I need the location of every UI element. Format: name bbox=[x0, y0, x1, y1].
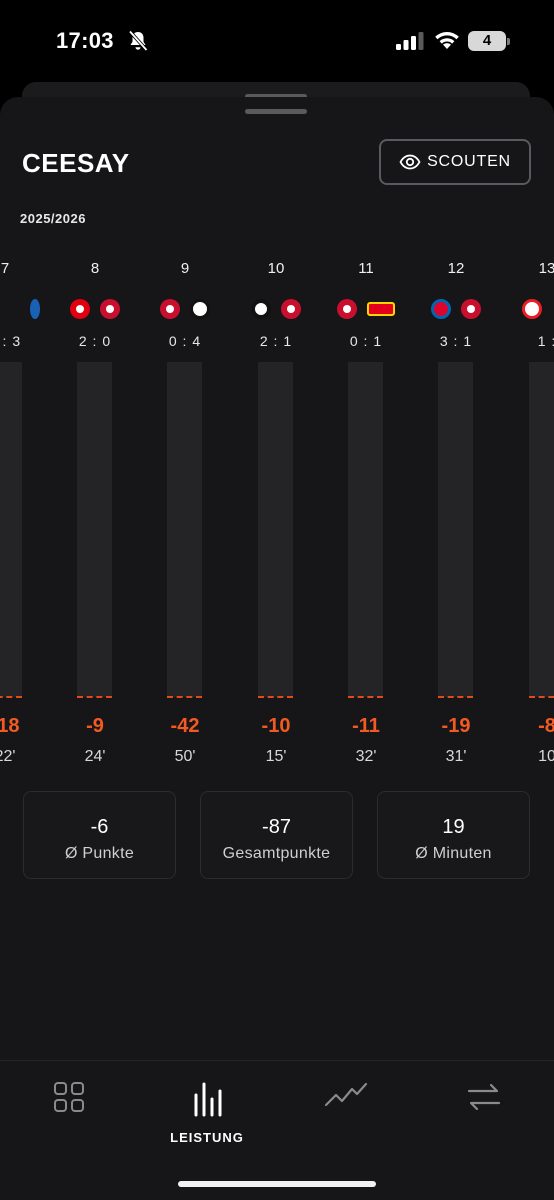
matchday-number: 11 bbox=[358, 260, 374, 277]
match-points: -42 bbox=[170, 715, 200, 737]
total-points-label: Gesamtpunkte bbox=[222, 845, 331, 862]
points-bar bbox=[438, 362, 473, 697]
matchday-column[interactable]: 12 3 : 1 -19 31' bbox=[421, 250, 491, 780]
matchday-column[interactable]: 8 2 : 0 -9 24' bbox=[60, 250, 130, 780]
match-score: 3 : 1 bbox=[439, 333, 473, 349]
status-time: 17:03 bbox=[56, 28, 114, 53]
bottom-tab-bar: LEISTUNG bbox=[0, 1060, 554, 1200]
tab-market-value[interactable] bbox=[286, 1081, 406, 1112]
match-score: 0 : 1 bbox=[349, 333, 383, 349]
matchday-column[interactable]: 10 2 : 1 -10 15' bbox=[241, 250, 311, 780]
match-minutes: 22' bbox=[0, 748, 16, 765]
koeln-crest-icon bbox=[522, 299, 542, 319]
match-score: 0 : 4 bbox=[168, 333, 202, 349]
matchday-number: 8 bbox=[90, 260, 100, 277]
tab-overview[interactable] bbox=[9, 1081, 129, 1118]
zero-line bbox=[167, 696, 202, 698]
matchday-number: 7 bbox=[0, 260, 10, 277]
season-label: 2025/2026 bbox=[20, 211, 86, 226]
cellular-signal-icon bbox=[396, 32, 424, 50]
tab-performance[interactable]: LEISTUNG bbox=[147, 1081, 267, 1145]
match-minutes: 50' bbox=[174, 748, 196, 765]
points-bar bbox=[258, 362, 293, 697]
zero-line bbox=[77, 696, 112, 698]
match-score: 1 : bbox=[537, 333, 554, 349]
zero-line bbox=[258, 696, 293, 698]
matchday-chart[interactable]: 7 0 : 3 -18 22' 8 2 : 0 -9 24' 9 0 : 4 -… bbox=[0, 250, 554, 780]
battery-indicator: 4 bbox=[468, 31, 510, 51]
bar-chart-icon bbox=[194, 1082, 222, 1117]
freiburg-crest-icon bbox=[251, 299, 271, 319]
match-minutes: 15' bbox=[265, 748, 287, 765]
frankfurt-crest-icon bbox=[70, 299, 90, 319]
st-pauli-crest-icon bbox=[160, 299, 180, 319]
scout-button-label: SCOUTEN bbox=[427, 153, 511, 170]
match-points: -11 bbox=[352, 715, 380, 737]
match-points: -8 bbox=[538, 715, 554, 737]
home-indicator[interactable] bbox=[178, 1181, 376, 1187]
match-score: 2 : 1 bbox=[259, 333, 293, 349]
match-minutes: 24' bbox=[84, 748, 106, 765]
matchday-column[interactable]: 7 0 : 3 -18 22' bbox=[0, 250, 40, 780]
sheet-grabber-handle[interactable] bbox=[245, 109, 307, 114]
st-pauli-crest-icon bbox=[281, 299, 301, 319]
avg-minutes-label: Ø Minuten bbox=[415, 845, 492, 862]
match-points: -19 bbox=[441, 715, 471, 737]
points-bar bbox=[167, 362, 202, 697]
match-minutes: 31' bbox=[445, 748, 467, 765]
match-minutes: 32' bbox=[355, 748, 377, 765]
zero-line bbox=[438, 696, 473, 698]
status-bar: 17:03 4 bbox=[0, 0, 554, 84]
avg-points-card: -6 Ø Punkte bbox=[23, 791, 176, 879]
st-pauli-crest-icon bbox=[100, 299, 120, 319]
points-bar bbox=[77, 362, 112, 697]
st-pauli-crest-icon bbox=[337, 299, 357, 319]
match-points: -18 bbox=[0, 715, 20, 737]
player-name: CEESAY bbox=[22, 148, 130, 178]
avg-minutes-value: 19 bbox=[442, 816, 465, 838]
matchday-column[interactable]: 9 0 : 4 -42 50' bbox=[150, 250, 220, 780]
points-bar bbox=[348, 362, 383, 697]
union-berlin-crest-icon bbox=[367, 302, 395, 316]
avg-points-label: Ø Punkte bbox=[64, 845, 135, 862]
matchday-number: 13 bbox=[538, 260, 554, 277]
tab-transfers[interactable] bbox=[424, 1081, 544, 1118]
muted-bell-icon bbox=[128, 30, 148, 52]
bayern-crest-icon bbox=[431, 299, 451, 319]
match-points: -9 bbox=[86, 715, 104, 737]
swap-arrows-icon bbox=[467, 1083, 501, 1111]
points-bar bbox=[529, 362, 554, 697]
match-points: -10 bbox=[261, 715, 291, 737]
grid-icon bbox=[54, 1082, 84, 1112]
zero-line bbox=[0, 696, 22, 698]
trend-line-icon bbox=[324, 1082, 368, 1107]
tab-performance-label: LEISTUNG bbox=[170, 1130, 244, 1145]
matchday-column[interactable]: 11 0 : 1 -11 32' bbox=[331, 250, 401, 780]
hoffenheim-crest-icon bbox=[30, 299, 40, 319]
points-bar bbox=[0, 362, 22, 697]
zero-line bbox=[529, 696, 554, 698]
matchday-number: 12 bbox=[447, 260, 465, 277]
matchday-column[interactable]: 13 1 : -8 10 bbox=[512, 250, 554, 780]
avg-minutes-card: 19 Ø Minuten bbox=[377, 791, 530, 879]
scout-button[interactable]: SCOUTEN bbox=[379, 139, 531, 185]
eye-icon bbox=[399, 154, 421, 170]
match-score: 0 : 3 bbox=[0, 333, 22, 349]
zero-line bbox=[348, 696, 383, 698]
match-score: 2 : 0 bbox=[78, 333, 112, 349]
matchday-number: 10 bbox=[267, 260, 285, 277]
gladbach-crest-icon bbox=[190, 299, 210, 319]
avg-points-value: -6 bbox=[90, 816, 109, 838]
wifi-icon bbox=[435, 32, 459, 49]
st-pauli-crest-icon bbox=[461, 299, 481, 319]
match-minutes: 10 bbox=[538, 748, 554, 765]
total-points-card: -87 Gesamtpunkte bbox=[200, 791, 353, 879]
matchday-number: 9 bbox=[180, 260, 190, 277]
total-points-value: -87 bbox=[262, 816, 291, 838]
